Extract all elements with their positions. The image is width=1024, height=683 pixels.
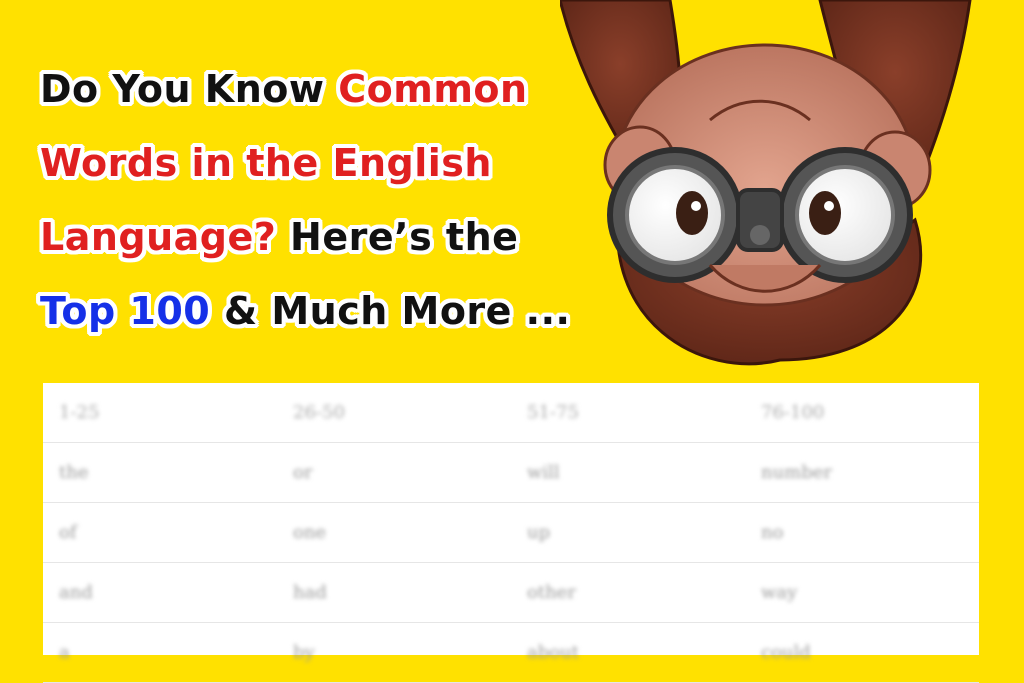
headline: Do You Know Common Words in the English …: [40, 52, 600, 348]
word-table-card: 1-25 26-50 51-75 76-100 the or will numb…: [43, 383, 979, 683]
headline-segment: Common: [338, 67, 528, 111]
table-header-cell: 51-75: [511, 383, 745, 443]
headline-segment: Here’s the: [276, 215, 519, 259]
headline-segment: Language?: [40, 215, 277, 259]
table-row: a by about could: [43, 622, 979, 683]
table-header-cell: 26-50: [277, 383, 511, 443]
table-cell: could: [745, 622, 979, 683]
headline-line-2: Words in the English: [40, 126, 600, 200]
table-cell: had: [277, 562, 511, 623]
table-cell: will: [511, 442, 745, 503]
table-cell: one: [277, 502, 511, 563]
table-cell: up: [511, 502, 745, 563]
headline-segment: Top 100: [40, 289, 211, 333]
table-row: of one up no: [43, 502, 979, 563]
table-cell: number: [745, 442, 979, 503]
headline-line-4: Top 100 & Much More ...: [40, 274, 600, 348]
table-header-cell: 76-100: [745, 383, 979, 443]
table-header-cell: 1-25: [43, 383, 277, 443]
monkey-binoculars-illustration: [560, 0, 972, 366]
headline-line-1: Do You Know Common: [40, 52, 600, 126]
headline-segment: Words in the English: [40, 141, 492, 185]
table-cell: about: [511, 622, 745, 683]
table-cell: by: [277, 622, 511, 683]
headline-line-3: Language? Here’s the: [40, 200, 600, 274]
table-header-row: 1-25 26-50 51-75 76-100: [43, 383, 979, 443]
table-row: and had other way: [43, 562, 979, 623]
table-cell: a: [43, 622, 277, 683]
headline-segment: & Much More ...: [210, 289, 571, 333]
table-cell: and: [43, 562, 277, 623]
table-cell: the: [43, 442, 277, 503]
word-table: 1-25 26-50 51-75 76-100 the or will numb…: [43, 383, 979, 683]
table-cell: of: [43, 502, 277, 563]
table-row: the or will number: [43, 442, 979, 503]
table-cell: way: [745, 562, 979, 623]
table-cell: no: [745, 502, 979, 563]
table-cell: or: [277, 442, 511, 503]
headline-segment: Do You Know: [40, 67, 339, 111]
table-cell: other: [511, 562, 745, 623]
